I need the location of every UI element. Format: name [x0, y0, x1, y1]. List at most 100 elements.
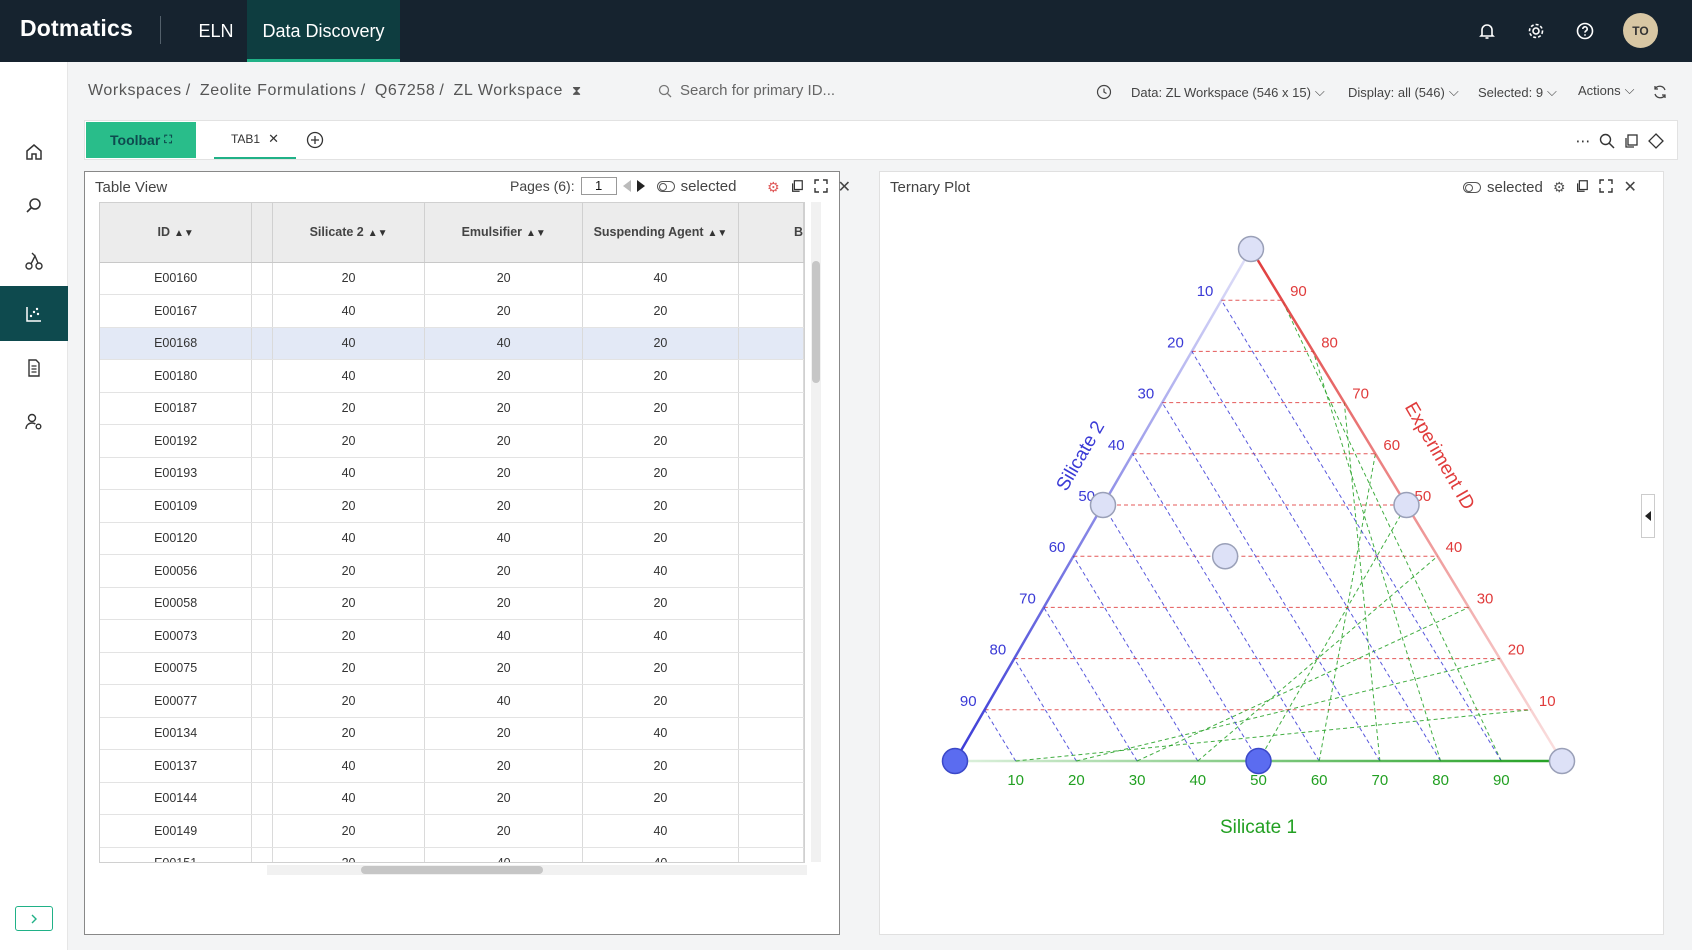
table-row[interactable]: E00134 20 20 40: [100, 717, 804, 750]
table-row[interactable]: E00187 20 20 20: [100, 392, 804, 425]
data-point[interactable]: [1548, 747, 1576, 775]
zoom-icon[interactable]: [1597, 131, 1617, 151]
table-row[interactable]: E00056 20 20 40: [100, 554, 804, 588]
table-row[interactable]: E00193 40 20 20: [100, 457, 804, 490]
horizontal-scrollbar[interactable]: [267, 865, 807, 875]
data-point[interactable]: [1089, 491, 1117, 519]
add-tab-icon[interactable]: [305, 130, 325, 150]
avatar[interactable]: TO: [1623, 13, 1658, 48]
table-row[interactable]: E00160 20 20 40: [100, 262, 804, 295]
refresh-icon[interactable]: [1652, 84, 1668, 100]
nav-eln[interactable]: ELN: [184, 0, 248, 62]
data-point[interactable]: [1393, 491, 1420, 519]
table-row[interactable]: E00075 20 20 20: [100, 652, 804, 685]
tick-label-bottom: 40: [1189, 772, 1206, 789]
column-header-b[interactable]: B: [738, 203, 804, 263]
data-point[interactable]: [1237, 235, 1265, 263]
clock-icon[interactable]: [1096, 84, 1112, 100]
sort-icon[interactable]: ▲▼: [708, 228, 728, 239]
home-icon[interactable]: [0, 124, 68, 179]
search-icon[interactable]: [0, 178, 68, 233]
table-row[interactable]: E00077 20 40 20: [100, 684, 804, 718]
app-logo[interactable]: Dotmatics: [20, 15, 133, 42]
table-row[interactable]: E00192 20 20 20: [100, 424, 804, 458]
data-point-selected[interactable]: [941, 747, 969, 775]
table-row[interactable]: E00168 40 40 20: [100, 327, 804, 360]
table-row[interactable]: E00149 20 20 40: [100, 814, 804, 848]
column-header-silicate-2[interactable]: Silicate 2 ▲▼: [272, 203, 426, 263]
sidebar-expand-button[interactable]: [15, 906, 53, 931]
breadcrumb-q67258[interactable]: Q67258: [375, 82, 436, 99]
selected-toggle[interactable]: [656, 180, 675, 192]
cell-silicate-2: 40: [272, 522, 426, 555]
cell-suspending-agent: 40: [582, 619, 739, 653]
prev-page-icon[interactable]: [622, 180, 631, 192]
copy-icon[interactable]: [1621, 131, 1641, 151]
gear-icon[interactable]: ⚙: [767, 179, 780, 196]
cell-blank: [251, 782, 273, 815]
document-icon[interactable]: [0, 340, 68, 395]
table-row[interactable]: E00073 20 40 40: [100, 619, 804, 653]
toolbar-button[interactable]: Toolbar ⛶: [86, 122, 196, 158]
column-header-blank[interactable]: [251, 203, 273, 263]
selected-toggle[interactable]: [1463, 181, 1481, 193]
sort-icon[interactable]: ▲▼: [526, 228, 546, 239]
breadcrumb-zeolite-formulations[interactable]: Zeolite Formulations: [200, 82, 357, 99]
cell-suspending-agent: 20: [582, 652, 739, 685]
display-dropdown[interactable]: Display: all (546) ⌵: [1348, 84, 1459, 100]
selected-dropdown[interactable]: Selected: 9 ⌵: [1478, 84, 1557, 100]
tab-tab1[interactable]: TAB1 ✕: [214, 121, 296, 159]
fullscreen-icon[interactable]: [1599, 178, 1614, 196]
close-icon[interactable]: ✕: [838, 177, 851, 197]
data-point-selected[interactable]: [1245, 747, 1272, 775]
link-icon[interactable]: [1646, 131, 1666, 151]
cell-b: [738, 522, 804, 555]
ternary-chart[interactable]: 10 20 30 40 50 60 70 80 901020304050607080909080…: [880, 200, 1665, 935]
search-box[interactable]: Search for primary ID...: [658, 82, 835, 99]
breadcrumb-zl-workspace[interactable]: ZL Workspace: [454, 82, 563, 99]
copy-icon[interactable]: [1575, 179, 1589, 196]
next-page-icon[interactable]: [636, 180, 645, 192]
table-row[interactable]: E00109 20 20 20: [100, 489, 804, 523]
toolbar-row: Toolbar ⛶ TAB1 ✕ ⋯: [84, 120, 1678, 160]
gear-icon[interactable]: ⚙: [1553, 179, 1566, 196]
data-dropdown[interactable]: Data: ZL Workspace (546 x 15) ⌵: [1131, 84, 1325, 100]
cell-emulsifier: 40: [424, 522, 583, 555]
table-body: E00160 20 20 40 E00167 40 20 20 E00168 40 40 20 E001…: [100, 262, 804, 862]
table-row[interactable]: E00151204040: [100, 847, 804, 862]
help-icon[interactable]: [1570, 16, 1600, 46]
more-icon[interactable]: ⋯: [1573, 131, 1593, 151]
sort-icon[interactable]: ▲▼: [368, 228, 388, 239]
nav-data-discovery[interactable]: Data Discovery: [247, 0, 400, 62]
table-row[interactable]: E00144 40 20 20: [100, 782, 804, 815]
data-point[interactable]: [1211, 542, 1239, 570]
cell-id: E00058: [100, 587, 253, 620]
molecule-icon[interactable]: [0, 233, 68, 288]
breadcrumb-workspaces[interactable]: Workspaces: [88, 82, 182, 99]
collapse-panel-button[interactable]: [1641, 494, 1655, 538]
scrollbar-thumb[interactable]: [812, 261, 820, 383]
vertical-scrollbar[interactable]: [811, 202, 821, 862]
cell-silicate-2: 40: [272, 327, 426, 360]
user-settings-icon[interactable]: [0, 394, 68, 449]
table-row[interactable]: E00180 40 20 20: [100, 359, 804, 393]
cell-emulsifier: 20: [424, 424, 583, 458]
table-row[interactable]: E00167 40 20 20: [100, 294, 804, 328]
bell-icon[interactable]: [1472, 16, 1502, 46]
page-input[interactable]: 1: [580, 177, 617, 195]
column-header-suspending-agent[interactable]: Suspending Agent ▲▼: [582, 203, 739, 263]
gear-icon[interactable]: [1521, 16, 1551, 46]
chart-icon[interactable]: [0, 286, 68, 341]
close-icon[interactable]: ✕: [1623, 177, 1636, 197]
actions-dropdown[interactable]: Actions ⌵: [1578, 82, 1635, 98]
scrollbar-thumb[interactable]: [361, 866, 543, 874]
copy-icon[interactable]: [790, 179, 804, 196]
fullscreen-icon[interactable]: [813, 178, 828, 196]
table-row[interactable]: E00058 20 20 20: [100, 587, 804, 620]
table-row[interactable]: E00137 40 20 20: [100, 749, 804, 783]
column-header-id[interactable]: ID ▲▼: [100, 203, 253, 263]
sort-icon[interactable]: ▲▼: [174, 228, 194, 239]
column-header-emulsifier[interactable]: Emulsifier ▲▼: [424, 203, 583, 263]
close-icon[interactable]: ✕: [268, 131, 279, 147]
table-row[interactable]: E00120 40 40 20: [100, 522, 804, 555]
